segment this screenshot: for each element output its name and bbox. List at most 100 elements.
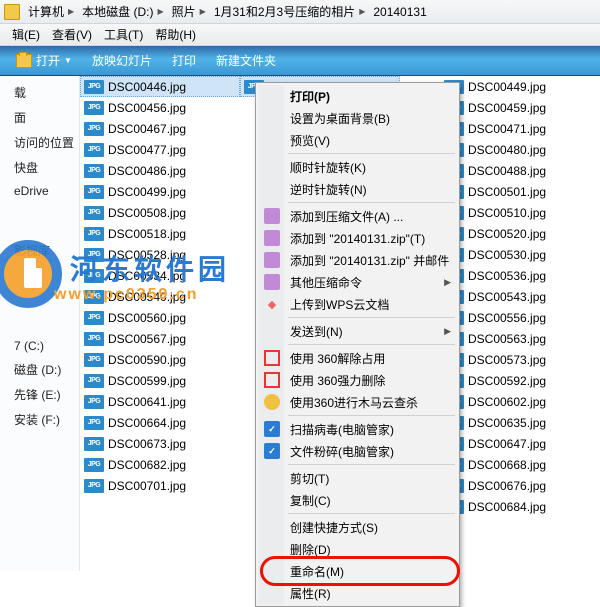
file-item[interactable]: JPGDSC00528.jpg [80, 244, 240, 265]
file-name: DSC00668.jpg [468, 458, 546, 472]
jpg-icon: JPG [84, 458, 104, 472]
sidebar-item[interactable]: 快盘 [0, 155, 79, 180]
file-name: DSC00486.jpg [108, 164, 186, 178]
sidebar-item[interactable]: eDrive [0, 180, 79, 202]
ctx-print[interactable]: 打印(P) [258, 85, 457, 107]
folder-icon [4, 4, 20, 20]
ctx-qm-scan[interactable]: ✓扫描病毒(电脑管家) [258, 418, 457, 440]
toolbar-newfolder[interactable]: 新建文件夹 [206, 52, 286, 69]
file-name: DSC00480.jpg [468, 143, 546, 157]
file-item[interactable]: JPGDSC00599.jpg [80, 370, 240, 391]
submenu-arrow-icon: ▶ [444, 326, 451, 337]
sidebar-item[interactable]: 影视库 [0, 238, 79, 263]
file-item[interactable]: JPG DSC00682.jpg [80, 454, 240, 475]
file-item[interactable]: JPGDSC00540.jpg [80, 286, 240, 307]
jpg-icon: JPG [84, 206, 104, 220]
breadcrumb-item[interactable]: 照片▶ [168, 3, 210, 20]
jpg-icon: JPG [84, 374, 104, 388]
file-item[interactable]: JPGDSC00486.jpg [80, 160, 240, 181]
file-name: DSC00664.jpg [108, 416, 186, 430]
file-item[interactable]: JPGDSC00446.jpg [80, 76, 240, 97]
sidebar-item[interactable]: 面 [0, 105, 79, 130]
file-item[interactable]: JPGDSC00567.jpg [80, 328, 240, 349]
ctx-shortcut[interactable]: 创建快捷方式(S) [258, 516, 457, 538]
ctx-wps[interactable]: ◆上传到WPS云文档 [258, 293, 457, 315]
sidebar-item[interactable]: 磁盘 (D:) [0, 357, 79, 382]
menu-tools[interactable]: 工具(T) [98, 26, 149, 43]
toolbar-slideshow[interactable]: 放映幻灯片 [82, 52, 162, 69]
ctx-360-scan[interactable]: 使用360进行木马云查杀 [258, 391, 457, 413]
360-icon [264, 350, 280, 366]
sidebar-item[interactable]: 访问的位置 [0, 130, 79, 155]
ctx-delete[interactable]: 删除(D) [258, 538, 457, 560]
sidebar-item[interactable]: 7 (C:) [0, 335, 79, 357]
file-name: DSC00701.jpg [108, 479, 186, 493]
submenu-arrow-icon: ▶ [444, 277, 451, 288]
file-name: DSC00456.jpg [108, 101, 186, 115]
ctx-qm-shred[interactable]: ✓文件粉碎(电脑管家) [258, 440, 457, 462]
ctx-add-zip[interactable]: 添加到 "20140131.zip"(T) [258, 227, 457, 249]
ctx-add-mail[interactable]: 添加到 "20140131.zip" 并邮件 [258, 249, 457, 271]
sidebar-item[interactable]: 安装 (F:) [0, 407, 79, 432]
sidebar-item[interactable]: 载 [0, 80, 79, 105]
menu-view[interactable]: 查看(V) [46, 26, 98, 43]
menu-bar: 辑(E) 查看(V) 工具(T) 帮助(H) [0, 24, 600, 46]
file-item[interactable]: JPGDSC00456.jpg [80, 97, 240, 118]
jpg-icon: JPG [84, 479, 104, 493]
jpg-icon: JPG [84, 395, 104, 409]
jpg-icon: JPG [84, 185, 104, 199]
menu-edit[interactable]: 辑(E) [6, 26, 46, 43]
file-item[interactable]: JPGDSC00518.jpg [80, 223, 240, 244]
menu-help[interactable]: 帮助(H) [149, 26, 202, 43]
toolbar-print[interactable]: 打印 [162, 52, 206, 69]
file-item[interactable]: JPGDSC00641.jpg [80, 391, 240, 412]
ctx-wallpaper[interactable]: 设置为桌面背景(B) [258, 107, 457, 129]
ctx-preview[interactable]: 预览(V) [258, 129, 457, 151]
ctx-copy[interactable]: 复制(C) [258, 489, 457, 511]
ctx-rename[interactable]: 重命名(M) [258, 560, 457, 582]
ctx-props[interactable]: 属性(R) [258, 582, 457, 604]
breadcrumb-item[interactable]: 本地磁盘 (D:)▶ [78, 3, 167, 20]
qm-icon: ✓ [264, 421, 280, 437]
jpg-icon: JPG [84, 80, 104, 94]
file-item[interactable]: JPGDSC00534.jpg [80, 265, 240, 286]
ctx-360-delete[interactable]: 使用 360强力删除 [258, 369, 457, 391]
ctx-360-unlock[interactable]: 使用 360解除占用 [258, 347, 457, 369]
file-name: DSC00567.jpg [108, 332, 186, 346]
jpg-icon: JPG [84, 122, 104, 136]
toolbar-open[interactable]: 打开▼ [6, 52, 82, 69]
file-name: DSC00501.jpg [468, 185, 546, 199]
file-item[interactable]: JPGDSC00477.jpg [80, 139, 240, 160]
ctx-other-zip[interactable]: 其他压缩命令▶ [258, 271, 457, 293]
file-item[interactable]: JPGDSC00664.jpg [80, 412, 240, 433]
file-item[interactable]: JPGDSC00560.jpg [80, 307, 240, 328]
archive-icon [264, 230, 280, 246]
jpg-icon: JPG [84, 248, 104, 262]
breadcrumb: 计算机▶ 本地磁盘 (D:)▶ 照片▶ 1月31和2月3号压缩的相片▶ 2014… [0, 0, 600, 24]
file-name: DSC00673.jpg [108, 437, 186, 451]
ctx-add-archive[interactable]: 添加到压缩文件(A) ... [258, 205, 457, 227]
360-icon [264, 372, 280, 388]
file-item[interactable]: JPG DSC00673.jpg [80, 433, 240, 454]
ctx-cut[interactable]: 剪切(T) [258, 467, 457, 489]
file-name: DSC00449.jpg [468, 80, 546, 94]
360-scan-icon [264, 394, 280, 410]
file-item[interactable]: JPGDSC00508.jpg [80, 202, 240, 223]
file-item[interactable]: JPGDSC00499.jpg [80, 181, 240, 202]
ctx-rotate-ccw[interactable]: 逆时针旋转(N) [258, 178, 457, 200]
ctx-sendto[interactable]: 发送到(N)▶ [258, 320, 457, 342]
jpg-icon: JPG [84, 437, 104, 451]
file-name: DSC00467.jpg [108, 122, 186, 136]
jpg-icon: JPG [84, 269, 104, 283]
breadcrumb-item[interactable]: 1月31和2月3号压缩的相片▶ [210, 3, 370, 20]
breadcrumb-item[interactable]: 20140131 [369, 5, 430, 19]
ctx-rotate-cw[interactable]: 顺时针旋转(K) [258, 156, 457, 178]
file-name: DSC00682.jpg [108, 458, 186, 472]
file-name: DSC00602.jpg [468, 395, 546, 409]
file-item[interactable]: JPGDSC00590.jpg [80, 349, 240, 370]
file-item[interactable]: JPG DSC00467.jpg [80, 118, 240, 139]
breadcrumb-item[interactable]: 计算机▶ [24, 3, 78, 20]
file-item[interactable]: JPG DSC00701.jpg [80, 475, 240, 496]
file-name: DSC00647.jpg [468, 437, 546, 451]
sidebar-item[interactable]: 先锋 (E:) [0, 382, 79, 407]
